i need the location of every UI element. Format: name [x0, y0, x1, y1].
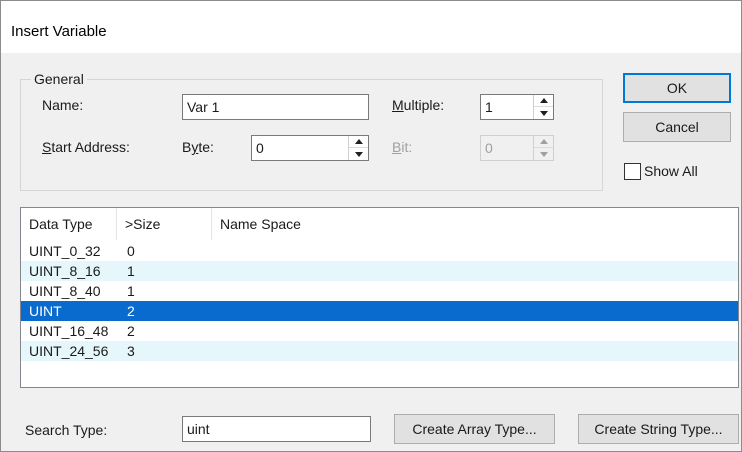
multiple-label: Multiple:	[392, 97, 445, 113]
cell-data-type: UINT_16_48	[29, 323, 109, 339]
chevron-down-icon	[539, 110, 548, 116]
search-type-label: Search Type:	[25, 422, 108, 438]
byte-stepper-value: 0	[256, 140, 264, 156]
byte-label: Byte:	[182, 139, 214, 155]
chevron-down-icon	[539, 151, 548, 157]
general-legend: General	[31, 71, 87, 87]
search-type-input-value: uint	[187, 421, 210, 437]
multiple-spin-buttons[interactable]	[533, 95, 553, 119]
name-label: Name:	[42, 97, 84, 113]
column-header-size[interactable]: >Size	[117, 208, 212, 240]
chevron-up-icon	[539, 98, 548, 103]
table-row[interactable]: UINT_16_48 2	[21, 321, 738, 341]
cell-size: 2	[127, 323, 135, 339]
byte-spin-up[interactable]	[349, 136, 368, 148]
title-bar: Insert Variable	[1, 1, 741, 53]
chevron-up-icon	[539, 139, 548, 144]
cell-data-type: UINT	[29, 303, 62, 319]
column-header-data-type[interactable]: Data Type	[21, 208, 117, 240]
bit-label: Bit:	[392, 139, 413, 155]
multiple-stepper-value: 1	[485, 99, 493, 115]
table-row[interactable]: UINT_8_40 1	[21, 281, 738, 301]
cell-size: 2	[127, 303, 135, 319]
list-header: Data Type >Size Name Space	[21, 208, 738, 240]
table-row[interactable]: UINT_8_16 1	[21, 261, 738, 281]
cell-size: 0	[127, 243, 135, 259]
cell-data-type: UINT_8_16	[29, 263, 101, 279]
create-string-type-button[interactable]: Create String Type...	[578, 414, 739, 444]
table-row[interactable]: UINT_0_32 0	[21, 241, 738, 261]
show-all-label[interactable]: Show All	[644, 163, 698, 179]
byte-stepper[interactable]: 0	[251, 135, 369, 161]
start-address-label: Start Address:	[42, 139, 130, 155]
show-all-checkbox[interactable]	[624, 163, 641, 180]
data-type-list[interactable]: Data Type >Size Name Space UINT_0_32 0 U…	[20, 207, 739, 388]
bit-stepper[interactable]: 0	[480, 135, 554, 161]
create-array-type-button[interactable]: Create Array Type...	[394, 414, 555, 444]
cancel-button[interactable]: Cancel	[623, 112, 731, 142]
bit-stepper-value: 0	[485, 140, 493, 156]
ok-button[interactable]: OK	[623, 73, 731, 103]
cell-size: 1	[127, 263, 135, 279]
cell-data-type: UINT_0_32	[29, 243, 101, 259]
bit-spin-up[interactable]	[534, 136, 553, 148]
cell-data-type: UINT_24_56	[29, 343, 109, 359]
column-header-name-space[interactable]: Name Space	[212, 208, 738, 240]
byte-spin-buttons[interactable]	[348, 136, 368, 160]
table-row-selected[interactable]: UINT 2	[21, 301, 738, 321]
multiple-stepper[interactable]: 1	[480, 94, 554, 120]
multiple-spin-down[interactable]	[534, 107, 553, 119]
cell-size: 1	[127, 283, 135, 299]
name-input-value: Var 1	[187, 99, 220, 115]
bit-spin-down[interactable]	[534, 148, 553, 160]
name-input[interactable]: Var 1	[182, 94, 369, 120]
insert-variable-dialog: Insert Variable General Name: Var 1 Mult…	[0, 0, 742, 452]
table-row[interactable]: UINT_24_56 3	[21, 341, 738, 361]
search-type-input[interactable]: uint	[182, 416, 371, 442]
multiple-spin-up[interactable]	[534, 95, 553, 107]
chevron-up-icon	[354, 139, 363, 144]
dialog-title: Insert Variable	[11, 23, 107, 40]
bit-spin-buttons[interactable]	[533, 136, 553, 160]
byte-spin-down[interactable]	[349, 148, 368, 160]
chevron-down-icon	[354, 151, 363, 157]
cell-size: 3	[127, 343, 135, 359]
cell-data-type: UINT_8_40	[29, 283, 101, 299]
